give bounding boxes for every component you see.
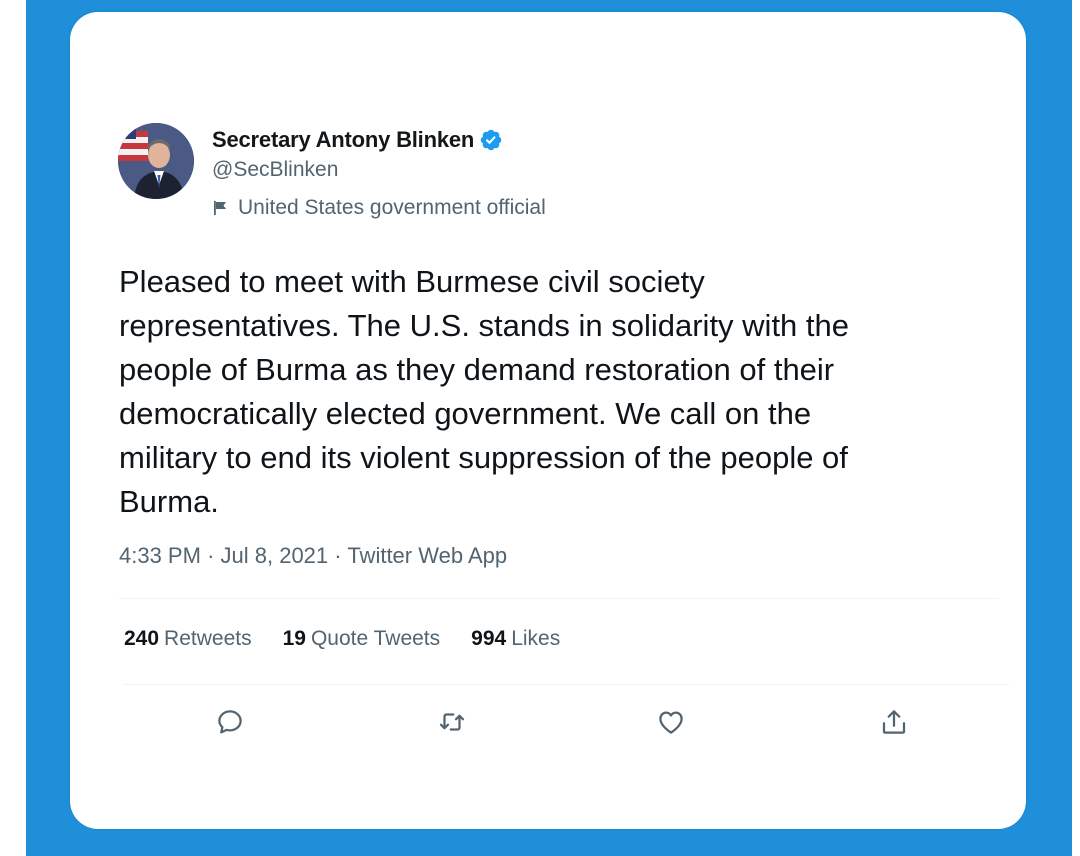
tweet-date[interactable]: Jul 8, 2021: [221, 543, 329, 568]
verified-badge-icon: [480, 129, 502, 151]
author-display-name[interactable]: Secretary Antony Blinken: [212, 127, 474, 153]
flag-icon: [214, 201, 226, 215]
meta-separator: ·: [334, 543, 342, 568]
government-label[interactable]: United States government official: [212, 196, 546, 220]
like-button[interactable]: [653, 704, 689, 740]
quote-tweets-count: 19: [282, 627, 306, 650]
tweet-meta: 4:33 PM · Jul 8, 2021 · Twitter Web App: [119, 543, 507, 569]
author-handle[interactable]: @SecBlinken: [212, 158, 546, 182]
tweet-time[interactable]: 4:33 PM: [119, 543, 201, 568]
share-button[interactable]: [876, 704, 912, 740]
retweets-label: Retweets: [164, 627, 252, 650]
tweet-author: Secretary Antony Blinken @SecBlinken Uni…: [212, 124, 546, 220]
quote-tweets-stat[interactable]: 19 Quote Tweets: [283, 627, 441, 651]
tweet-text: Pleased to meet with Burmese civil socie…: [119, 264, 849, 519]
author-name-row: Secretary Antony Blinken: [212, 124, 546, 156]
likes-stat[interactable]: 994 Likes: [471, 627, 560, 651]
likes-label: Likes: [511, 627, 561, 650]
retweets-stat[interactable]: 240 Retweets: [124, 627, 252, 651]
like-icon: [659, 711, 683, 734]
quote-tweets-label: Quote Tweets: [310, 627, 441, 650]
tweet-source[interactable]: Twitter Web App: [347, 543, 507, 568]
likes-count: 994: [471, 627, 507, 650]
avatar[interactable]: [118, 123, 194, 199]
meta-separator: ·: [207, 543, 215, 568]
reply-button[interactable]: [212, 704, 248, 740]
divider-bottom: [124, 684, 1009, 685]
government-label-text: United States government official: [238, 196, 546, 219]
reply-icon: [218, 710, 242, 734]
divider-top: [119, 598, 999, 599]
tweet-stats: 240 Retweets 19 Quote Tweets 994 Likes: [124, 627, 591, 651]
retweet-icon: [439, 713, 465, 731]
retweet-button[interactable]: [434, 704, 470, 740]
retweets-count: 240: [124, 627, 160, 650]
share-icon: [882, 710, 906, 734]
